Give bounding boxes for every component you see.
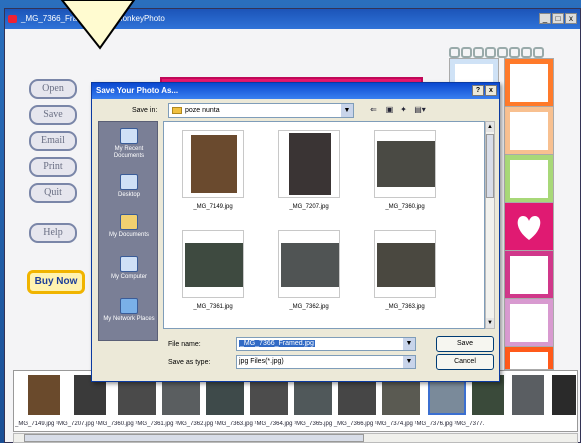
folder-icon <box>172 107 182 114</box>
filmstrip-thumb[interactable] <box>552 375 576 415</box>
frame-option-magenta[interactable] <box>505 251 553 299</box>
views-icon[interactable]: ▤▾ <box>412 104 428 115</box>
file-item[interactable]: _MG_7363.jpg <box>368 226 442 320</box>
file-list: _MG_7149.jpg _MG_7207.jpg _MG_7360.jpg _… <box>163 121 485 329</box>
frames-header-ornament <box>449 45 567 59</box>
scroll-up-icon[interactable]: ▲ <box>486 122 494 132</box>
file-item[interactable]: _MG_7360.jpg <box>368 126 442 220</box>
frame-option-red-floral[interactable] <box>505 347 553 369</box>
frame-option-heart[interactable] <box>505 203 553 251</box>
file-name-field[interactable]: _MG_7366_Framed.jpg ▼ <box>236 337 416 351</box>
recent-documents-icon <box>120 128 138 144</box>
file-item[interactable]: _MG_7149.jpg <box>176 126 250 220</box>
dialog-title-bar: Save Your Photo As... ? x <box>92 83 499 99</box>
dialog-controls: ? x <box>472 85 497 96</box>
file-list-scrollbar[interactable]: ▲ ▼ <box>485 121 495 329</box>
chevron-down-icon[interactable]: ▼ <box>341 104 353 117</box>
frame-option-pink[interactable] <box>505 299 553 347</box>
file-item[interactable]: _MG_7362.jpg <box>272 226 346 320</box>
minimize-button[interactable]: _ <box>539 13 551 24</box>
pointer-arrow-icon <box>60 0 136 50</box>
dialog-cancel-button[interactable]: Cancel <box>436 354 494 370</box>
print-button[interactable]: Print <box>29 157 77 177</box>
maximize-button[interactable]: □ <box>552 13 564 24</box>
chevron-down-icon[interactable]: ▼ <box>403 338 415 350</box>
filmstrip-thumb[interactable] <box>28 375 60 415</box>
dialog-close-button[interactable]: x <box>485 85 497 96</box>
help-button[interactable]: Help <box>29 223 77 243</box>
back-icon[interactable]: ⇐ <box>368 104 379 115</box>
my-computer-icon <box>120 256 138 272</box>
file-name-label: File name: <box>168 341 201 348</box>
save-in-value: poze nunta <box>185 107 220 114</box>
quit-button[interactable]: Quit <box>29 183 77 203</box>
file-name-value: _MG_7366_Framed.jpg <box>239 340 315 347</box>
dialog-save-button[interactable]: Save <box>436 336 494 352</box>
save-dialog: Save Your Photo As... ? x Save in: poze … <box>91 82 500 382</box>
frame-option-orange-floral[interactable] <box>505 59 553 107</box>
save-as-type-dropdown[interactable]: jpg Files(*.jpg) ▼ <box>236 355 416 369</box>
chevron-down-icon[interactable]: ▼ <box>403 356 415 368</box>
scroll-down-icon[interactable]: ▼ <box>486 318 494 328</box>
open-button[interactable]: Open <box>29 79 77 99</box>
save-in-dropdown[interactable]: poze nunta ▼ <box>168 103 354 118</box>
dialog-title: Save Your Photo As... <box>96 86 179 95</box>
filmstrip-filenames: _MG_7149.jpg ¹MG_7207.jpg ¹MG_7360.jpg ¹… <box>15 421 485 427</box>
app-icon <box>8 15 17 23</box>
file-item[interactable]: _MG_7207.jpg <box>272 126 346 220</box>
new-folder-icon[interactable]: ✦ <box>398 104 409 115</box>
save-button[interactable]: Save <box>29 105 77 125</box>
my-documents-icon <box>120 214 138 230</box>
network-places-icon <box>120 298 138 314</box>
close-button[interactable]: x <box>565 13 577 24</box>
heart-icon <box>517 216 541 240</box>
email-button[interactable]: Email <box>29 131 77 151</box>
frame-option-peach[interactable] <box>505 107 553 155</box>
save-in-label: Save in: <box>132 107 158 114</box>
place-recent-documents[interactable]: My Recent Documents <box>99 128 159 160</box>
filmstrip-thumb[interactable] <box>512 375 544 415</box>
file-item[interactable]: _MG_7361.jpg <box>176 226 250 320</box>
place-my-documents[interactable]: My Documents <box>99 214 159 239</box>
place-network-places[interactable]: My Network Places <box>99 298 159 323</box>
dialog-help-button[interactable]: ? <box>472 85 484 96</box>
save-as-type-label: Save as type: <box>168 359 211 366</box>
place-my-computer[interactable]: My Computer <box>99 256 159 281</box>
save-as-type-value: jpg Files(*.jpg) <box>239 358 284 365</box>
filmstrip-scrollbar[interactable] <box>13 433 578 443</box>
places-bar: My Recent Documents Desktop My Documents… <box>98 121 158 341</box>
buy-now-button[interactable]: Buy Now <box>27 270 85 294</box>
up-folder-icon[interactable]: ▣ <box>384 104 395 115</box>
desktop-icon <box>120 174 138 190</box>
place-desktop[interactable]: Desktop <box>99 174 159 199</box>
frame-option-green[interactable] <box>505 155 553 203</box>
screenshot-stage: _MG_7366_Fram MonkeyPhoto _ □ x Open Sav… <box>0 0 581 443</box>
window-controls: _ □ x <box>539 13 577 24</box>
